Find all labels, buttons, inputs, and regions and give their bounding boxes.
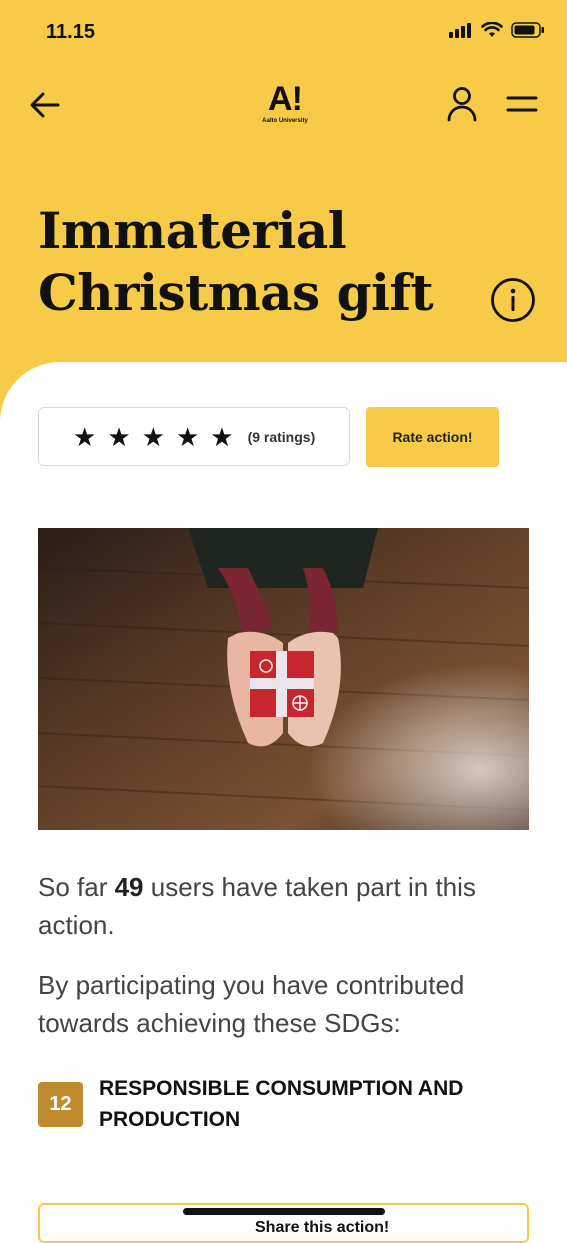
sdg-intro-text: By participating you have contributed to… <box>38 970 465 1038</box>
action-photo <box>38 528 529 830</box>
info-button[interactable] <box>490 277 536 323</box>
back-button[interactable] <box>28 88 62 122</box>
star-icon: ★ <box>73 421 97 452</box>
home-indicator[interactable] <box>183 1208 385 1215</box>
status-icons <box>449 22 545 38</box>
rate-action-button[interactable]: Rate action! <box>366 407 499 467</box>
signal-icon <box>449 23 471 38</box>
logo-subtitle: Aalto University <box>262 118 308 124</box>
top-nav: A! Aalto University <box>0 80 567 130</box>
star-icon: ★ <box>141 421 165 452</box>
aalto-logo[interactable]: A! Aalto University <box>255 82 315 124</box>
sdg-label: RESPONSIBLE CONSUMPTION AND PRODUCTION <box>99 1077 464 1131</box>
back-arrow-icon <box>30 92 60 118</box>
menu-button[interactable] <box>506 92 538 116</box>
status-time: 11.15 <box>46 21 95 43</box>
star-icon: ★ <box>175 421 200 452</box>
wifi-icon <box>481 22 503 37</box>
title-line-1: Immaterial <box>38 201 347 260</box>
gift-hands-image <box>38 528 529 830</box>
participation-prefix: So far <box>38 872 115 902</box>
user-icon <box>447 87 477 122</box>
logo-mark: A! <box>268 80 303 118</box>
sdg-number-badge: 12 <box>38 1082 83 1127</box>
star-rating: ★ ★ ★ ★ ★ <box>73 424 234 450</box>
profile-button[interactable] <box>446 86 478 122</box>
star-icon: ★ <box>107 421 131 452</box>
star-icon: ★ <box>210 421 234 452</box>
participation-text: So far 49 users have taken part in this … <box>38 868 538 944</box>
page-title: Immaterial Christmas gift <box>38 200 478 324</box>
title-line-2: Christmas gift <box>38 263 434 322</box>
info-icon <box>491 278 535 322</box>
rating-count: (9 ratings) <box>247 428 316 445</box>
share-action-label: Share this action! <box>255 1219 390 1236</box>
rating-box[interactable]: ★ ★ ★ ★ ★ (9 ratings) <box>38 407 350 466</box>
participation-count: 49 <box>114 872 144 902</box>
battery-icon <box>511 22 544 38</box>
menu-icon <box>506 96 538 112</box>
